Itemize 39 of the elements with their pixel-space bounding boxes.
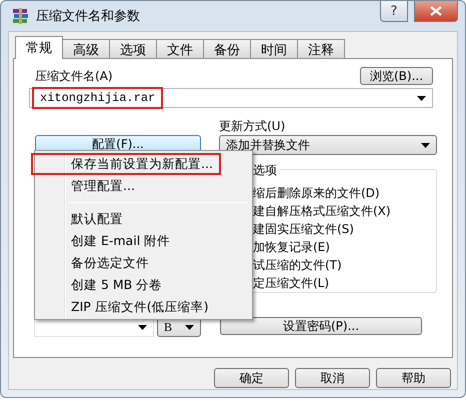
menu-item[interactable]: ZIP 压缩文件(低压缩率) — [37, 296, 217, 318]
field-label: 压缩文件名(A) — [34, 68, 113, 85]
tab[interactable]: 注释 — [297, 39, 345, 59]
window-title: 压缩文件名和参数 — [36, 8, 141, 25]
dropdown-arrow-icon — [417, 96, 426, 100]
field-label: 更新方式(U) — [219, 118, 286, 135]
option-label: 缩后删除原来的文件(D) — [253, 185, 381, 202]
update-mode-combo[interactable]: 添加并替换文件 — [219, 135, 437, 155]
dropdown-arrow-icon — [138, 324, 147, 330]
tab[interactable]: 常规 — [15, 36, 63, 59]
tab[interactable]: 文件 — [156, 39, 204, 59]
filename-combo[interactable]: xitongzhijia.rar — [29, 88, 433, 108]
tab[interactable]: 备份 — [203, 39, 251, 59]
close-icon — [430, 6, 442, 16]
option-label: 加恢复记录(E) — [253, 239, 331, 256]
menu-item[interactable]: 保存当前设置为新配置... — [31, 153, 221, 175]
menu-item[interactable]: 备份选定文件 — [37, 252, 157, 274]
dropdown-arrow-icon — [185, 324, 194, 330]
option-label: 建自解压格式压缩文件(X) — [253, 203, 392, 220]
dialog-button[interactable]: 取消 — [295, 368, 370, 388]
dialog-button[interactable]: 确定 — [214, 368, 289, 388]
option-label: 建固实压缩文件(S) — [253, 221, 355, 238]
option-label: 试压缩的文件(T) — [253, 257, 343, 274]
menu-item[interactable]: 默认配置 — [37, 208, 131, 230]
tab[interactable]: 高级 — [62, 39, 110, 59]
menu-item[interactable]: 创建 5 MB 分卷 — [37, 274, 170, 296]
archive-books-icon — [12, 8, 30, 24]
help-button[interactable]: ? — [380, 1, 408, 22]
option-label: 定压缩文件(L) — [253, 275, 330, 292]
password-button[interactable]: 设置密码(P)... — [220, 317, 422, 335]
dialog-button[interactable]: 帮助 — [376, 368, 451, 388]
browse-button[interactable]: 浏览(B)... — [360, 67, 433, 85]
menu-item[interactable]: 管理配置... — [37, 175, 143, 197]
group-label: 选项 — [250, 162, 280, 179]
menu-item[interactable]: 创建 E-mail 附件 — [37, 230, 178, 252]
dropdown-arrow-icon — [421, 142, 430, 148]
close-button[interactable] — [414, 1, 458, 22]
tab[interactable]: 选项 — [109, 39, 157, 59]
tab[interactable]: 时间 — [250, 39, 298, 59]
